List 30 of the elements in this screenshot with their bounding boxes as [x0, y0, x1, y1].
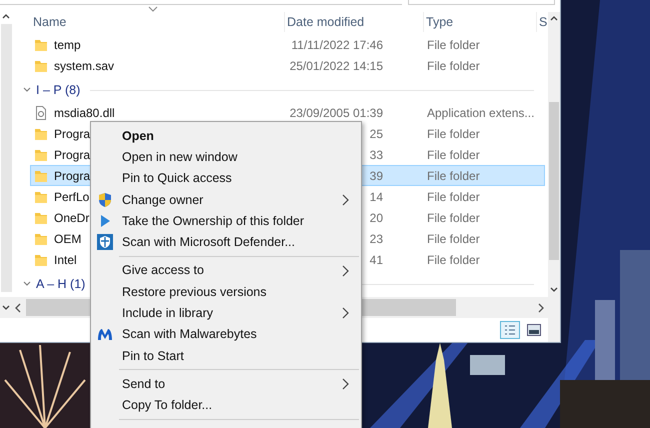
- date-modified: 14: [370, 190, 383, 204]
- file-type: File folder: [427, 252, 480, 266]
- file-name: Progra: [54, 126, 90, 140]
- date-modified: 39: [370, 168, 383, 182]
- date-modified: 25: [370, 126, 383, 140]
- file-type: File folder: [427, 210, 480, 224]
- file-type: File folder: [427, 126, 480, 140]
- file-name: Progra: [54, 168, 90, 182]
- file-type: File folder: [427, 190, 480, 204]
- date-modified: 25/01/2022 14:15: [290, 58, 383, 72]
- file-name: PerfLo: [54, 190, 90, 204]
- file-name: system.sav: [54, 58, 114, 72]
- file-type: File folder: [427, 232, 480, 246]
- file-type: File folder: [427, 38, 480, 52]
- file-type: File folder: [427, 148, 480, 162]
- file-name: Intel: [54, 252, 77, 266]
- file-type: File folder: [427, 58, 480, 72]
- file-name: msdia80.dll: [54, 106, 115, 120]
- file-type: File folder: [427, 168, 480, 182]
- date-modified: 33: [370, 148, 383, 162]
- file-name: temp: [54, 38, 81, 52]
- date-modified: 20: [370, 210, 383, 224]
- date-modified: 23: [370, 232, 383, 246]
- file-name: Progra: [54, 148, 90, 162]
- file-type: Application extens...: [427, 106, 534, 120]
- file-name: OneDr: [54, 210, 90, 224]
- date-modified: 41: [370, 252, 383, 266]
- date-modified: 11/11/2022 17:46: [291, 38, 383, 52]
- file-name: OEM: [54, 232, 82, 246]
- date-modified: 23/09/2005 01:39: [290, 106, 383, 120]
